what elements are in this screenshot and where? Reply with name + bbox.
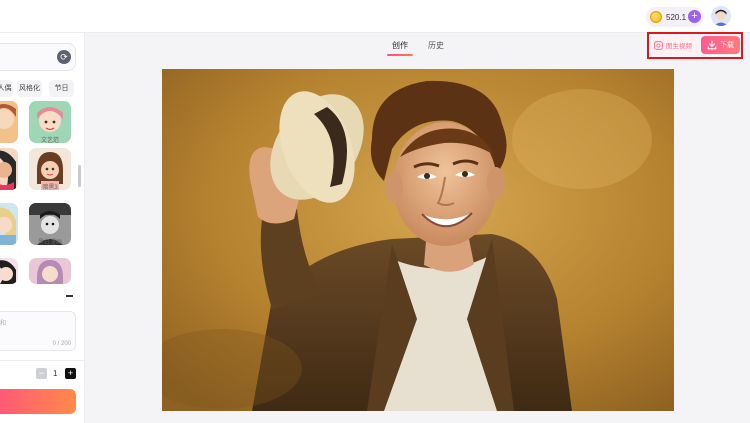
scrollbar-thumb[interactable] — [78, 165, 81, 187]
prompt-char-counter: 0 / 200 — [52, 341, 71, 347]
style-thumb-8[interactable] — [29, 258, 71, 284]
download-label: 下载 — [720, 42, 734, 49]
style-thumb-label: 黑白漫画 — [37, 240, 62, 246]
style-tab-doll[interactable]: 人偶 — [0, 80, 13, 97]
style-tab-stylized[interactable]: 风格化 — [17, 80, 42, 97]
style-thumb-label: ? — [0, 135, 18, 141]
generate-button[interactable] — [0, 389, 76, 414]
avatar-icon — [711, 6, 731, 26]
coin-icon — [650, 11, 662, 23]
quantity-decrease-button[interactable]: − — [36, 368, 47, 379]
style-thumb-label: 3 — [0, 237, 18, 243]
tab-create[interactable]: 创作 — [392, 40, 408, 51]
style-thumb-label: 暗黑3 — [42, 185, 58, 191]
style-search-box[interactable]: ⟳ — [0, 43, 76, 71]
refresh-icon[interactable]: ⟳ — [57, 50, 71, 64]
quantity-value: 1 — [53, 369, 58, 378]
quantity-increase-button[interactable]: + — [65, 368, 76, 379]
style-thumb-image — [0, 258, 18, 284]
active-tab-indicator — [387, 54, 413, 56]
collapse-icon[interactable] — [66, 295, 73, 297]
style-thumb-image — [29, 258, 71, 284]
coin-balance: 520.1 — [666, 12, 687, 22]
divider — [0, 360, 85, 361]
tab-history[interactable]: 历史 — [428, 40, 444, 51]
download-icon — [707, 40, 717, 50]
image-to-video-label: 图生视频 — [666, 43, 692, 50]
video-icon — [654, 40, 663, 50]
user-avatar[interactable] — [711, 6, 731, 26]
style-tab-holiday[interactable]: 节日 — [49, 80, 74, 97]
style-thumb-label: 2 — [0, 182, 18, 188]
left-panel: ⟳ 人偶 风格化 节日 ? 文艺范 2 — [0, 33, 85, 423]
image-to-video-button[interactable]: 图生视频 — [651, 36, 697, 54]
top-bar: 520.1 + — [0, 0, 750, 33]
generated-image — [162, 69, 674, 411]
prompt-placeholder: 和 — [0, 321, 7, 327]
portrait-painting — [162, 69, 674, 411]
add-coins-button[interactable]: + — [688, 10, 701, 23]
style-list-scrollbar[interactable] — [78, 101, 81, 281]
style-thumb-label: 文艺范 — [40, 138, 59, 144]
prompt-input[interactable]: 和 0 / 200 — [0, 311, 76, 351]
style-thumb-7[interactable] — [0, 258, 18, 284]
download-button[interactable]: 下载 — [701, 36, 740, 54]
